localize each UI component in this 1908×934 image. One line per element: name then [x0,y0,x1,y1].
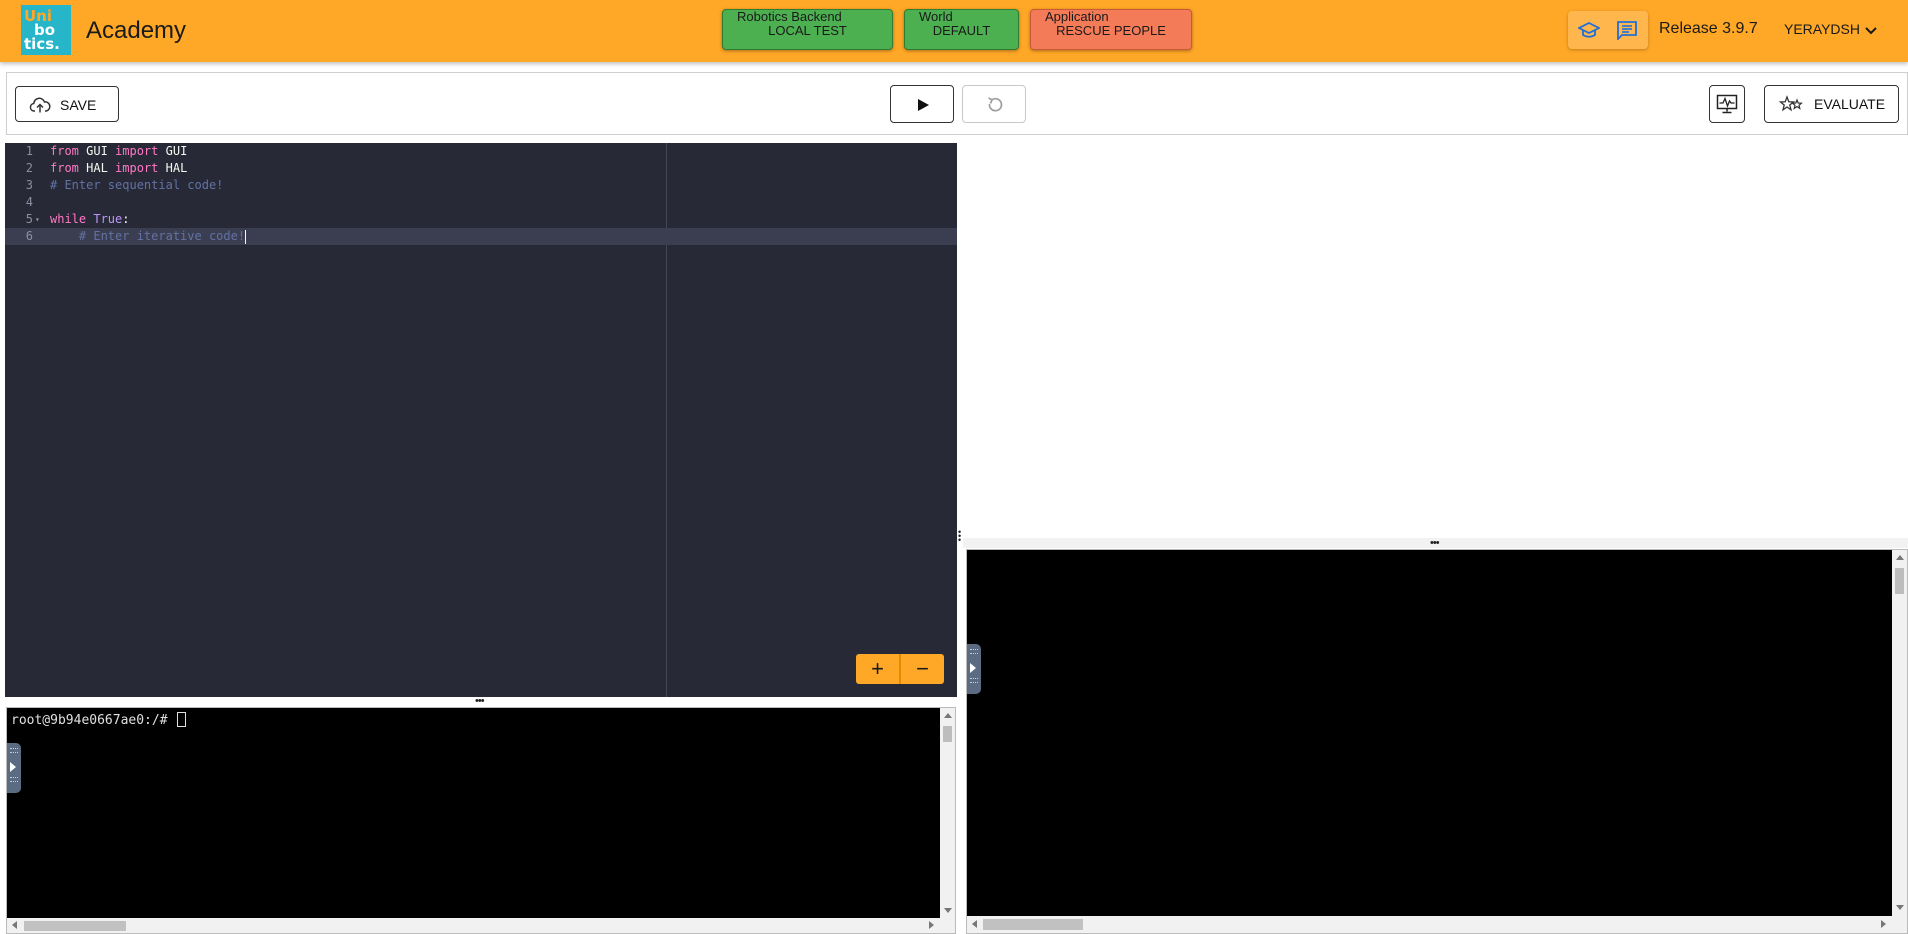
console-terminal[interactable] [966,549,1908,934]
grip-icon [970,653,978,657]
grip-icon [10,752,18,756]
save-label: SAVE [60,97,97,113]
expand-arrow-icon [970,663,976,673]
scroll-up-icon[interactable] [944,713,952,718]
scroll-left-icon[interactable] [12,921,17,929]
scroll-down-icon[interactable] [1896,905,1904,910]
scrollbar-thumb[interactable] [1895,568,1904,594]
toolbar: SAVE EVALUATE [6,72,1908,135]
grip-icon [10,781,18,785]
world-value: DEFAULT [932,23,991,38]
scroll-right-icon[interactable] [929,921,934,929]
code-line[interactable]: 5 ▾ while True: [5,211,957,228]
vertical-scrollbar[interactable] [940,708,955,918]
application-selector[interactable]: RESCUE PEOPLE Application [1030,9,1192,50]
line-number: 1 [25,144,33,158]
robotics-backend-caption: Robotics Backend [737,9,842,24]
monitor-button[interactable] [1709,85,1745,123]
scroll-right-icon[interactable] [1881,920,1886,928]
world-caption: World [919,9,953,24]
code-line-active[interactable]: 6 # Enter iterative code! [5,228,957,245]
line-number: 5 [25,212,33,226]
code-line[interactable]: 1 from GUI import GUI [5,143,957,160]
line-number: 4 [25,195,33,209]
app-header: Uni bo tics. Academy LOCAL TEST Robotics… [0,0,1908,62]
chat-icon[interactable] [1616,20,1638,42]
scrollbar-thumb[interactable] [983,919,1083,930]
code-line-text: from GUI import GUI [50,144,188,158]
drag-handle-icon[interactable]: ••• [958,528,961,545]
reset-button[interactable] [962,85,1026,123]
chevron-down-icon[interactable] [1864,24,1878,36]
stars-icon [1779,95,1803,112]
user-menu[interactable]: YERAYDSH [1784,21,1860,37]
visualization-panel [963,135,1908,538]
code-line-text: # Enter iterative code! [50,229,247,244]
app-title: Academy [86,17,187,44]
reset-icon [988,97,1003,112]
header-icon-group [1568,11,1648,49]
monitor-icon [1716,94,1738,114]
panel-terminal-splitter[interactable]: ••• [963,538,1908,549]
application-value: RESCUE PEOPLE [1056,23,1166,38]
code-line-text: while True: [50,212,130,226]
drag-handle-icon[interactable]: ••• [475,696,485,707]
terminal-prompt: root@9b94e0667ae0:/# [11,713,176,728]
horizontal-scrollbar[interactable] [7,918,955,933]
fold-arrow-icon[interactable]: ▾ [35,211,40,228]
code-editor[interactable]: 1 from GUI import GUI 2 from HAL import … [5,143,957,697]
scroll-left-icon[interactable] [972,920,977,928]
terminal-side-handle[interactable] [967,644,981,694]
scrollbar-thumb[interactable] [943,726,952,742]
line-number: 2 [25,161,33,175]
shell-terminal[interactable]: root@9b94e0667ae0:/# [6,707,956,934]
robotics-backend-selector[interactable]: LOCAL TEST Robotics Backend [722,9,893,50]
scroll-down-icon[interactable] [944,908,952,913]
terminal-side-handle[interactable] [7,743,21,793]
expand-arrow-icon [10,762,16,772]
release-version: Release 3.9.7 [1659,20,1758,37]
username: YERAYDSH [1784,21,1860,37]
cloud-upload-icon [29,97,51,113]
scroll-up-icon[interactable] [1896,555,1904,560]
logo-line-3: tics. [24,35,60,53]
unibotics-logo[interactable]: Uni bo tics. [21,5,71,55]
vertical-scrollbar[interactable] [1892,550,1907,916]
editor-zoom-controls: + − [856,654,944,684]
terminal-prompt-line: root@9b94e0667ae0:/# [11,712,187,728]
editor-terminal-splitter[interactable]: ••• [5,696,957,707]
zoom-in-button[interactable]: + [856,654,899,684]
zoom-out-button[interactable]: − [901,654,944,684]
evaluate-button[interactable]: EVALUATE [1764,85,1899,123]
code-line[interactable]: 3 # Enter sequential code! [5,177,957,194]
terminal-cursor [177,712,187,727]
line-number: 3 [25,178,33,192]
application-caption: Application [1045,9,1109,24]
play-button[interactable] [890,85,954,123]
world-selector[interactable]: DEFAULT World [904,9,1019,50]
evaluate-label: EVALUATE [1814,96,1886,112]
grip-icon [970,682,978,686]
drag-handle-icon[interactable]: ••• [1430,538,1440,549]
code-line-text: from HAL import HAL [50,161,188,175]
robotics-backend-value: LOCAL TEST [768,23,847,38]
horizontal-scrollbar[interactable] [967,916,1907,933]
save-button[interactable]: SAVE [15,86,119,122]
code-line[interactable]: 4 [5,194,957,211]
text-cursor [245,229,247,244]
line-number: 6 [25,229,33,243]
code-line-text: # Enter sequential code! [50,178,224,192]
graduation-cap-icon[interactable] [1576,20,1602,40]
play-icon [918,99,929,111]
code-line[interactable]: 2 from HAL import HAL [5,160,957,177]
scrollbar-thumb[interactable] [24,921,126,931]
